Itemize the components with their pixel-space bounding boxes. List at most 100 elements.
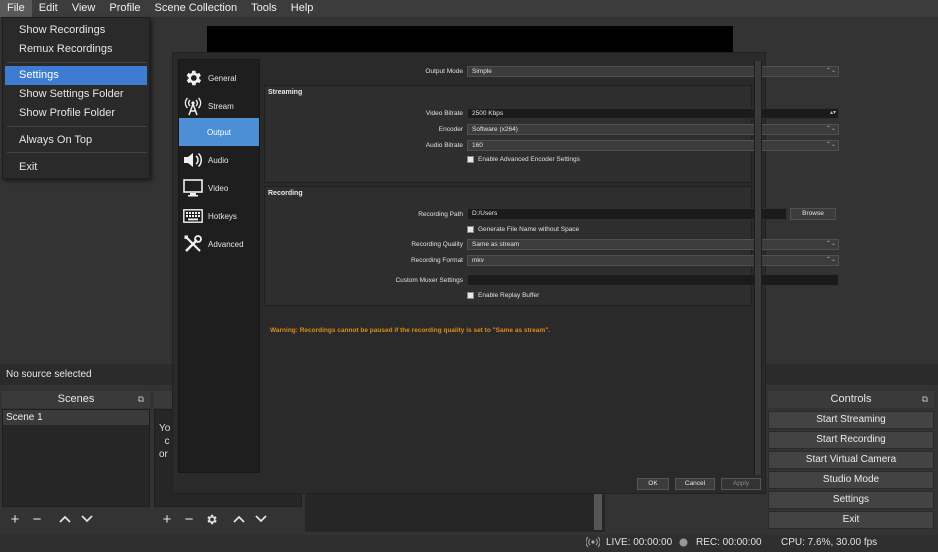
scenes-toolbar: + − xyxy=(4,508,98,530)
custom-muxer-input[interactable] xyxy=(467,274,839,286)
speaker-icon xyxy=(181,150,205,170)
browse-button[interactable]: Browse xyxy=(790,208,836,220)
advanced-encoder-label: Enable Advanced Encoder Settings xyxy=(478,156,580,163)
add-scene-icon[interactable]: + xyxy=(4,508,26,530)
sidebar-item-video[interactable]: Video xyxy=(179,174,259,202)
menu-scene-collection[interactable]: Scene Collection xyxy=(148,0,245,17)
video-bitrate-spinbox[interactable]: 2500 Kbps ▴▾ xyxy=(467,108,839,119)
recording-path-input[interactable]: D:/Users xyxy=(467,208,787,220)
scene-item[interactable]: Scene 1 xyxy=(3,410,149,425)
sidebar-item-audio[interactable]: Audio xyxy=(179,146,259,174)
file-menu-dropdown: Show Recordings Remux Recordings Setting… xyxy=(2,17,150,179)
recording-quality-select[interactable]: Same as stream ⌃⌄ xyxy=(467,239,839,250)
spin-arrows-icon[interactable]: ▴▾ xyxy=(830,109,836,118)
move-up-icon[interactable] xyxy=(54,508,76,530)
settings-scrollbar[interactable] xyxy=(754,61,762,475)
rec-timer: REC: 00:00:00 xyxy=(696,537,762,548)
audio-bitrate-select[interactable]: 160 ⌃⌄ xyxy=(467,140,839,151)
menu-item-remux-recordings[interactable]: Remux Recordings xyxy=(5,40,147,59)
scrollbar-thumb[interactable] xyxy=(755,61,761,475)
start-streaming-button[interactable]: Start Streaming xyxy=(768,411,934,429)
settings-sidebar: General Stream Output Audio Video Hotkey… xyxy=(178,59,260,473)
menu-separator xyxy=(7,126,147,127)
gear-icon xyxy=(181,68,205,88)
settings-content: Output Mode Simple ⌃⌄ Streaming Video Bi… xyxy=(263,61,839,475)
rec-indicator-icon xyxy=(679,538,688,550)
video-bitrate-label: Video Bitrate xyxy=(425,110,463,117)
dock-float-icon[interactable]: ⧉ xyxy=(138,391,144,408)
menu-help[interactable]: Help xyxy=(284,0,321,17)
cancel-button[interactable]: Cancel xyxy=(675,478,715,490)
keyboard-icon xyxy=(181,206,205,226)
sidebar-item-label: Output xyxy=(206,127,231,137)
replay-buffer-checkbox[interactable]: Enable Replay Buffer xyxy=(467,292,539,299)
menu-file[interactable]: File xyxy=(0,0,32,17)
select-chevron-icon: ⌃⌄ xyxy=(825,126,836,132)
recording-format-value: mkv xyxy=(472,257,484,264)
add-source-icon[interactable]: + xyxy=(156,508,178,530)
sources-toolbar: + − xyxy=(156,508,272,530)
recording-path-value: D:/Users xyxy=(472,210,498,217)
sidebar-item-advanced[interactable]: Advanced xyxy=(179,230,259,258)
menu-profile[interactable]: Profile xyxy=(102,0,147,17)
menu-item-always-on-top[interactable]: Always On Top xyxy=(5,131,147,150)
live-timer: LIVE: 00:00:00 xyxy=(606,537,673,548)
advanced-encoder-checkbox[interactable]: Enable Advanced Encoder Settings xyxy=(467,156,580,163)
scenes-list[interactable]: Scene 1 xyxy=(2,409,150,507)
menu-item-settings[interactable]: Settings xyxy=(5,66,147,85)
dock-float-icon[interactable]: ⧉ xyxy=(922,391,928,408)
menu-item-show-recordings[interactable]: Show Recordings xyxy=(5,21,147,40)
menu-separator xyxy=(7,62,147,63)
checkbox-box[interactable] xyxy=(467,156,474,163)
sidebar-item-output[interactable]: Output xyxy=(179,118,259,146)
output-mode-value: Simple xyxy=(472,68,492,75)
audio-mixer-area xyxy=(305,490,605,532)
settings-button[interactable]: Settings xyxy=(768,491,934,509)
checkbox-box[interactable] xyxy=(467,226,474,233)
exit-button[interactable]: Exit xyxy=(768,511,934,529)
sidebar-item-general[interactable]: General xyxy=(179,64,259,92)
move-down-icon[interactable] xyxy=(76,508,98,530)
menu-item-exit[interactable]: Exit xyxy=(5,158,147,177)
menu-item-show-profile-folder[interactable]: Show Profile Folder xyxy=(5,104,147,123)
menu-view[interactable]: View xyxy=(65,0,103,17)
custom-muxer-label: Custom Muxer Settings xyxy=(395,277,463,284)
replay-buffer-label: Enable Replay Buffer xyxy=(478,292,540,299)
sidebar-item-label: Stream xyxy=(208,101,234,111)
studio-mode-button[interactable]: Studio Mode xyxy=(768,471,934,489)
start-virtual-camera-button[interactable]: Start Virtual Camera xyxy=(768,451,934,469)
recording-quality-value: Same as stream xyxy=(472,241,520,248)
select-chevron-icon: ⌃⌄ xyxy=(825,142,836,148)
start-recording-button[interactable]: Start Recording xyxy=(768,431,934,449)
encoder-value: Software (x264) xyxy=(472,126,518,133)
mixer-scrollbar[interactable] xyxy=(594,490,602,530)
source-move-down-icon[interactable] xyxy=(250,508,272,530)
audio-bitrate-label: Audio Bitrate xyxy=(425,142,463,149)
ok-button[interactable]: OK xyxy=(637,478,669,490)
recording-format-select[interactable]: mkv ⌃⌄ xyxy=(467,255,839,266)
settings-dialog: General Stream Output Audio Video Hotkey… xyxy=(172,52,839,494)
antenna-icon xyxy=(181,96,205,116)
recording-section-title: Recording xyxy=(268,190,303,197)
remove-source-icon[interactable]: − xyxy=(178,508,200,530)
menu-tools[interactable]: Tools xyxy=(244,0,284,17)
menu-item-show-settings-folder[interactable]: Show Settings Folder xyxy=(5,85,147,104)
no-space-checkbox[interactable]: Generate File Name without Space xyxy=(467,226,579,233)
remove-scene-icon[interactable]: − xyxy=(26,508,48,530)
sidebar-item-hotkeys[interactable]: Hotkeys xyxy=(179,202,259,230)
menu-bar: File Edit View Profile Scene Collection … xyxy=(0,0,938,17)
video-bitrate-value: 2500 Kbps xyxy=(472,110,504,117)
source-properties-gear-icon[interactable] xyxy=(200,508,222,530)
menu-separator xyxy=(7,152,147,153)
sidebar-item-stream[interactable]: Stream xyxy=(179,92,259,120)
apply-button[interactable]: Apply xyxy=(721,478,761,490)
tools-icon xyxy=(181,234,205,254)
no-space-label: Generate File Name without Space xyxy=(478,226,580,233)
menu-edit[interactable]: Edit xyxy=(32,0,65,17)
encoder-select[interactable]: Software (x264) ⌃⌄ xyxy=(467,124,839,135)
checkbox-box[interactable] xyxy=(467,292,474,299)
recording-path-label: Recording Path xyxy=(418,211,463,218)
source-move-up-icon[interactable] xyxy=(228,508,250,530)
output-mode-select[interactable]: Simple ⌃⌄ xyxy=(467,66,839,77)
recording-quality-label: Recording Quality xyxy=(411,241,463,248)
